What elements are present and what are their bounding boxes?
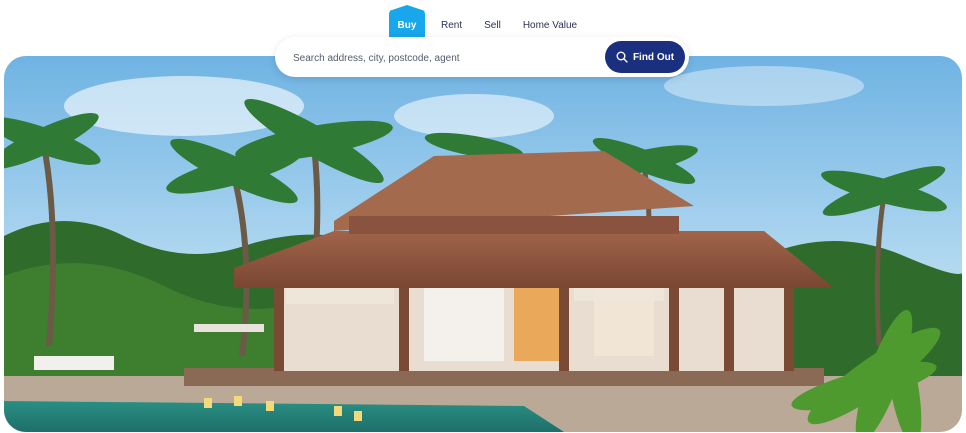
find-out-button[interactable]: Find Out — [605, 41, 685, 73]
tropical-villa-illustration — [4, 56, 962, 432]
search-icon — [616, 51, 628, 63]
tab-buy[interactable]: Buy — [389, 5, 425, 40]
find-out-label: Find Out — [632, 51, 675, 63]
listing-type-tabs: Buy Rent Sell Home Value — [389, 5, 587, 40]
search-bar: Find Out — [275, 37, 689, 77]
tab-rent[interactable]: Rent — [431, 10, 472, 40]
search-input[interactable] — [291, 47, 595, 69]
hero-image — [4, 56, 962, 432]
tab-sell[interactable]: Sell — [474, 10, 511, 40]
tab-home-value[interactable]: Home Value — [513, 10, 587, 40]
